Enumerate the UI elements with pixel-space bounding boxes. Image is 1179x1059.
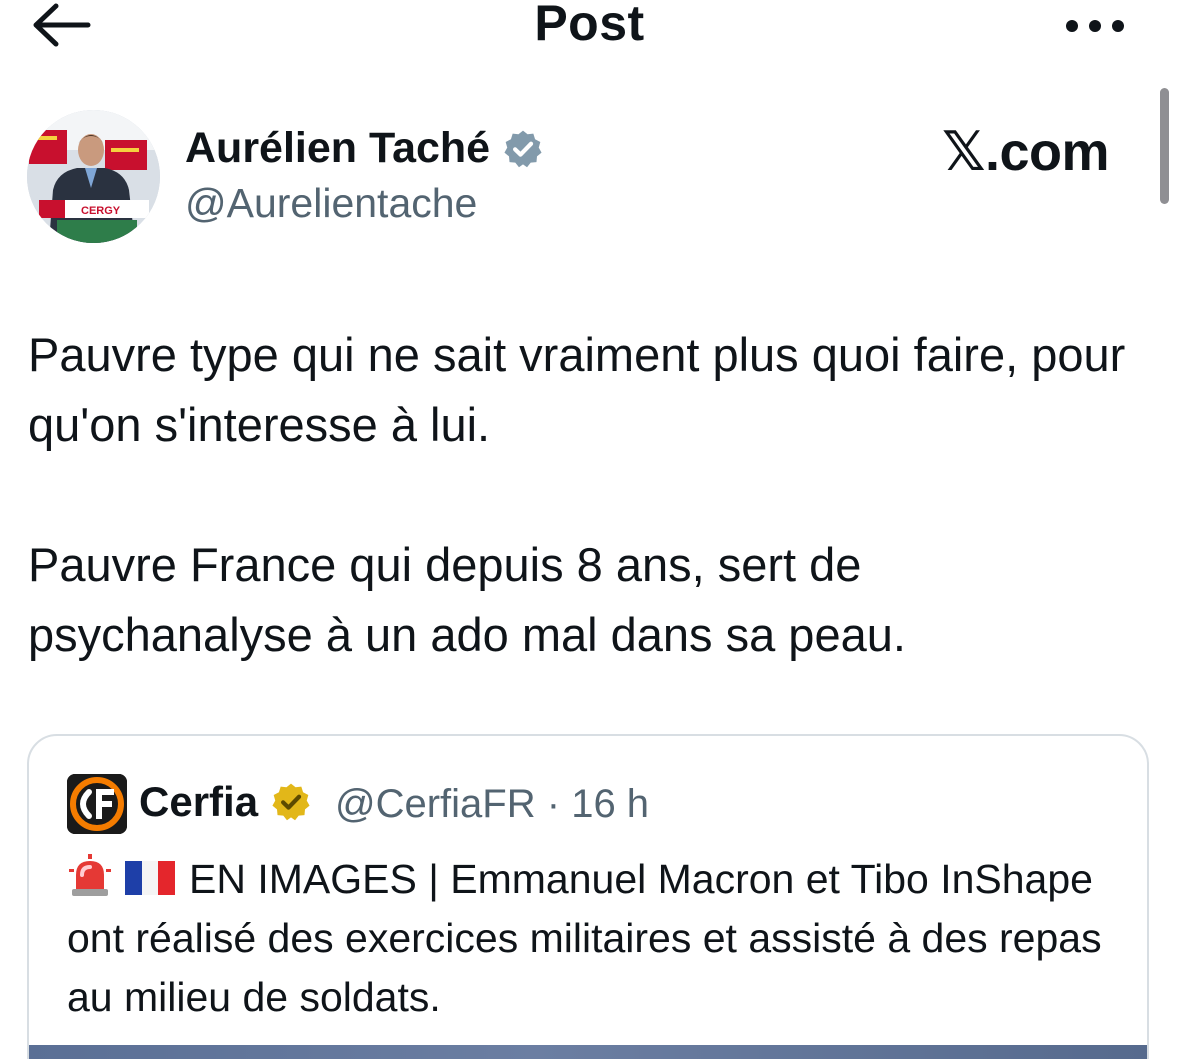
meta-separator: · — [546, 782, 561, 826]
quoted-author-name: Cerfia — [139, 778, 312, 826]
quoted-post-text: EN IMAGES | Emmanuel Macron et Tibo InSh… — [67, 850, 1127, 1027]
scrollbar[interactable] — [1160, 88, 1169, 204]
quoted-post-body: EN IMAGES | Emmanuel Macron et Tibo InSh… — [67, 856, 1102, 1020]
france-flag-emoji-icon — [125, 852, 175, 895]
quoted-avatar-cf-logo-icon — [67, 774, 127, 834]
rotating-light-emoji-icon — [67, 853, 113, 899]
post-paragraph: Pauvre France qui depuis 8 ans, sert de … — [28, 538, 906, 661]
page-title: Post — [534, 0, 645, 51]
more-options-icon[interactable] — [1060, 4, 1130, 44]
post-screen: Post CERGY Aurélien Taché @Aurelientache… — [0, 0, 1179, 1059]
author-handle[interactable]: @Aurelientache — [185, 180, 477, 227]
gold-verified-badge-icon — [270, 781, 312, 823]
post-text: Pauvre type qui ne sait vraiment plus qu… — [28, 320, 1148, 670]
quoted-handle: @CerfiaFR — [335, 782, 536, 826]
post-paragraph: Pauvre type qui ne sait vraiment plus qu… — [28, 328, 1126, 451]
verified-badge-icon — [502, 128, 544, 170]
author-name[interactable]: Aurélien Taché — [185, 124, 544, 173]
avatar[interactable]: CERGY — [27, 110, 160, 243]
quoted-post-card[interactable]: Cerfia @CerfiaFR · 16 h EN IMAGES | Emma… — [27, 734, 1149, 1059]
quoted-meta: @CerfiaFR · 16 h — [335, 782, 649, 827]
svg-text:CERGY: CERGY — [81, 205, 121, 217]
author-name-text: Aurélien Taché — [185, 124, 491, 172]
quoted-media-image[interactable] — [29, 1045, 1147, 1059]
top-bar: Post — [0, 0, 1179, 60]
quoted-timestamp: 16 h — [571, 782, 650, 826]
xcom-watermark: 𝕏.com — [942, 122, 1110, 182]
quoted-author-name-text: Cerfia — [139, 778, 259, 825]
